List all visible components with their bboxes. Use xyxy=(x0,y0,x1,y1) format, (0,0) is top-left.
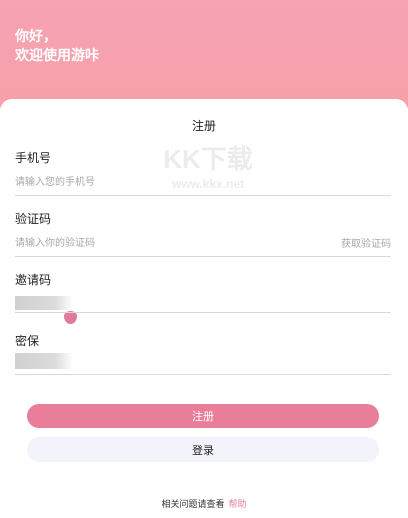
get-code-button[interactable]: 获取验证码 xyxy=(341,235,391,250)
invite-input[interactable] xyxy=(15,296,73,310)
greeting: 你好， 欢迎使用游咔 xyxy=(15,28,99,66)
register-card: 注册 手机号 验证码 获取验证码 邀请码 密保 注册 登录 相关问题请查看帮助 xyxy=(0,99,408,518)
phone-divider xyxy=(15,195,391,196)
password-field: 密保 xyxy=(15,333,391,375)
code-input[interactable] xyxy=(15,233,315,253)
help-link[interactable]: 帮助 xyxy=(229,500,247,510)
invite-label: 邀请码 xyxy=(15,273,52,287)
invite-field: 邀请码 xyxy=(15,272,391,324)
password-label: 密保 xyxy=(15,334,40,348)
code-divider xyxy=(15,256,391,257)
invite-divider xyxy=(15,312,391,313)
header-banner: 你好， 欢迎使用游咔 xyxy=(0,0,408,108)
code-label: 验证码 xyxy=(15,212,52,226)
code-field: 验证码 获取验证码 xyxy=(15,211,391,257)
phone-input[interactable] xyxy=(15,172,391,192)
greeting-line-1: 你好， xyxy=(15,29,57,45)
login-button[interactable]: 登录 xyxy=(27,437,379,462)
password-input[interactable] xyxy=(15,353,73,369)
greeting-line-2: 欢迎使用游咔 xyxy=(15,48,99,64)
password-divider xyxy=(15,374,391,375)
help-row: 相关问题请查看 帮助 xyxy=(0,497,408,510)
page-title: 注册 xyxy=(191,119,216,133)
phone-label: 手机号 xyxy=(15,151,52,165)
help-text: 相关问题请查看 xyxy=(161,500,225,510)
phone-field: 手机号 xyxy=(15,150,391,196)
register-button[interactable]: 注册 xyxy=(27,404,379,428)
